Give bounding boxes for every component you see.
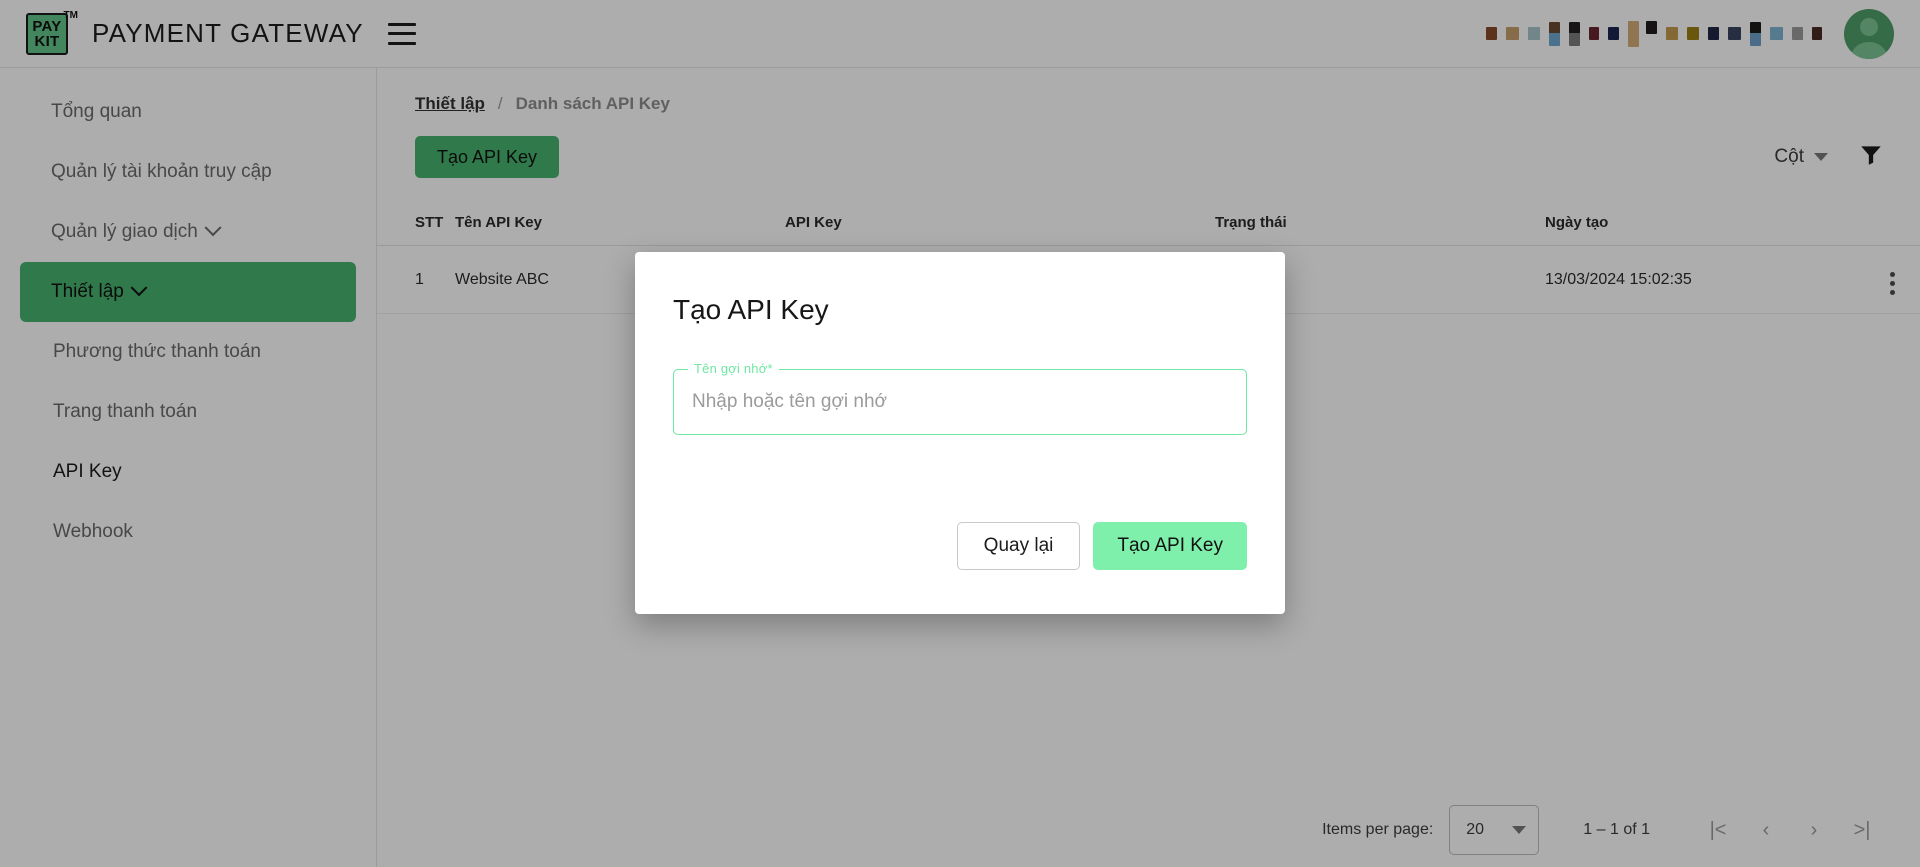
cancel-button[interactable]: Quay lại <box>956 522 1081 570</box>
dialog-actions: Quay lại Tạo API Key <box>956 522 1247 570</box>
app-root: PAY KIT TM PAYMENT GATEWAY Tổng quan Quả… <box>0 0 1920 867</box>
nickname-input[interactable] <box>692 391 1228 413</box>
nickname-field-label: Tên gợi nhớ* <box>688 361 779 376</box>
create-api-key-dialog: Tạo API Key Tên gợi nhớ* Quay lại Tạo AP… <box>635 252 1285 614</box>
dialog-title: Tạo API Key <box>673 294 829 325</box>
nickname-field-wrapper: Tên gợi nhớ* <box>673 361 1247 435</box>
submit-create-api-key-button[interactable]: Tạo API Key <box>1093 522 1247 570</box>
